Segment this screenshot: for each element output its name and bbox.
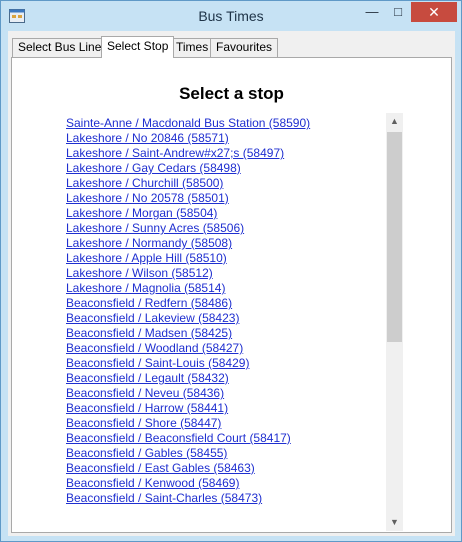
scroll-down-icon[interactable]: ▼ xyxy=(386,514,403,531)
client-area: Select Bus Line Select Stop Times Favour… xyxy=(8,31,455,536)
stop-link[interactable]: Lakeshore / Saint-Andrew#x27;s (58497) xyxy=(66,146,386,161)
tab-select-bus-line[interactable]: Select Bus Line xyxy=(12,38,108,57)
stop-link[interactable]: Beaconsfield / Harrow (58441) xyxy=(66,401,386,416)
stop-link[interactable]: Beaconsfield / Woodland (58427) xyxy=(66,341,386,356)
stop-link[interactable]: Lakeshore / Normandy (58508) xyxy=(66,236,386,251)
app-window: Bus Times — □ ✕ Select Bus Line Select S… xyxy=(0,0,462,542)
stop-link[interactable]: Lakeshore / Sunny Acres (58506) xyxy=(66,221,386,236)
title-bar[interactable]: Bus Times — □ ✕ xyxy=(1,1,461,31)
stop-list-scrollbar[interactable]: ▲ ▼ xyxy=(386,113,403,531)
scroll-up-icon[interactable]: ▲ xyxy=(386,113,403,130)
stop-link[interactable]: Beaconsfield / Gables (58455) xyxy=(66,446,386,461)
maximize-button[interactable]: □ xyxy=(385,2,411,22)
stop-link[interactable]: Beaconsfield / Saint-Charles (58473) xyxy=(66,491,386,506)
stop-link[interactable]: Lakeshore / Gay Cedars (58498) xyxy=(66,161,386,176)
stop-link[interactable]: Beaconsfield / Madsen (58425) xyxy=(66,326,386,341)
stop-link[interactable]: Beaconsfield / East Gables (58463) xyxy=(66,461,386,476)
stop-link[interactable]: Lakeshore / Apple Hill (58510) xyxy=(66,251,386,266)
tab-select-stop[interactable]: Select Stop xyxy=(101,36,175,58)
stop-link[interactable]: Sainte-Anne / Macdonald Bus Station (585… xyxy=(66,116,386,131)
stop-link[interactable]: Lakeshore / Wilson (58512) xyxy=(66,266,386,281)
stop-link[interactable]: Beaconsfield / Neveu (58436) xyxy=(66,386,386,401)
page-title: Select a stop xyxy=(179,84,284,103)
minimize-button[interactable]: — xyxy=(359,2,385,22)
stop-link[interactable]: Beaconsfield / Lakeview (58423) xyxy=(66,311,386,326)
stop-link[interactable]: Beaconsfield / Kenwood (58469) xyxy=(66,476,386,491)
stop-list: Sainte-Anne / Macdonald Bus Station (585… xyxy=(66,116,386,532)
tab-times[interactable]: Times xyxy=(170,38,215,57)
close-button[interactable]: ✕ xyxy=(411,2,457,22)
stop-link[interactable]: Lakeshore / No 20578 (58501) xyxy=(66,191,386,206)
stop-link[interactable]: Lakeshore / Churchill (58500) xyxy=(66,176,386,191)
stop-link[interactable]: Beaconsfield / Saint-Louis (58429) xyxy=(66,356,386,371)
stop-link[interactable]: Beaconsfield / Beaconsfield Court (58417… xyxy=(66,431,386,446)
stop-link[interactable]: Lakeshore / Morgan (58504) xyxy=(66,206,386,221)
select-stop-panel: Select a stop Sainte-Anne / Macdonald Bu… xyxy=(11,57,452,533)
stop-link[interactable]: Beaconsfield / Shore (58447) xyxy=(66,416,386,431)
stop-link[interactable]: Beaconsfield / Legault (58432) xyxy=(66,371,386,386)
scrollbar-thumb[interactable] xyxy=(387,132,402,342)
stop-link[interactable]: Lakeshore / Magnolia (58514) xyxy=(66,281,386,296)
stop-link[interactable]: Lakeshore / No 20846 (58571) xyxy=(66,131,386,146)
tab-favourites[interactable]: Favourites xyxy=(210,38,279,57)
stop-link[interactable]: Beaconsfield / Redfern (58486) xyxy=(66,296,386,311)
